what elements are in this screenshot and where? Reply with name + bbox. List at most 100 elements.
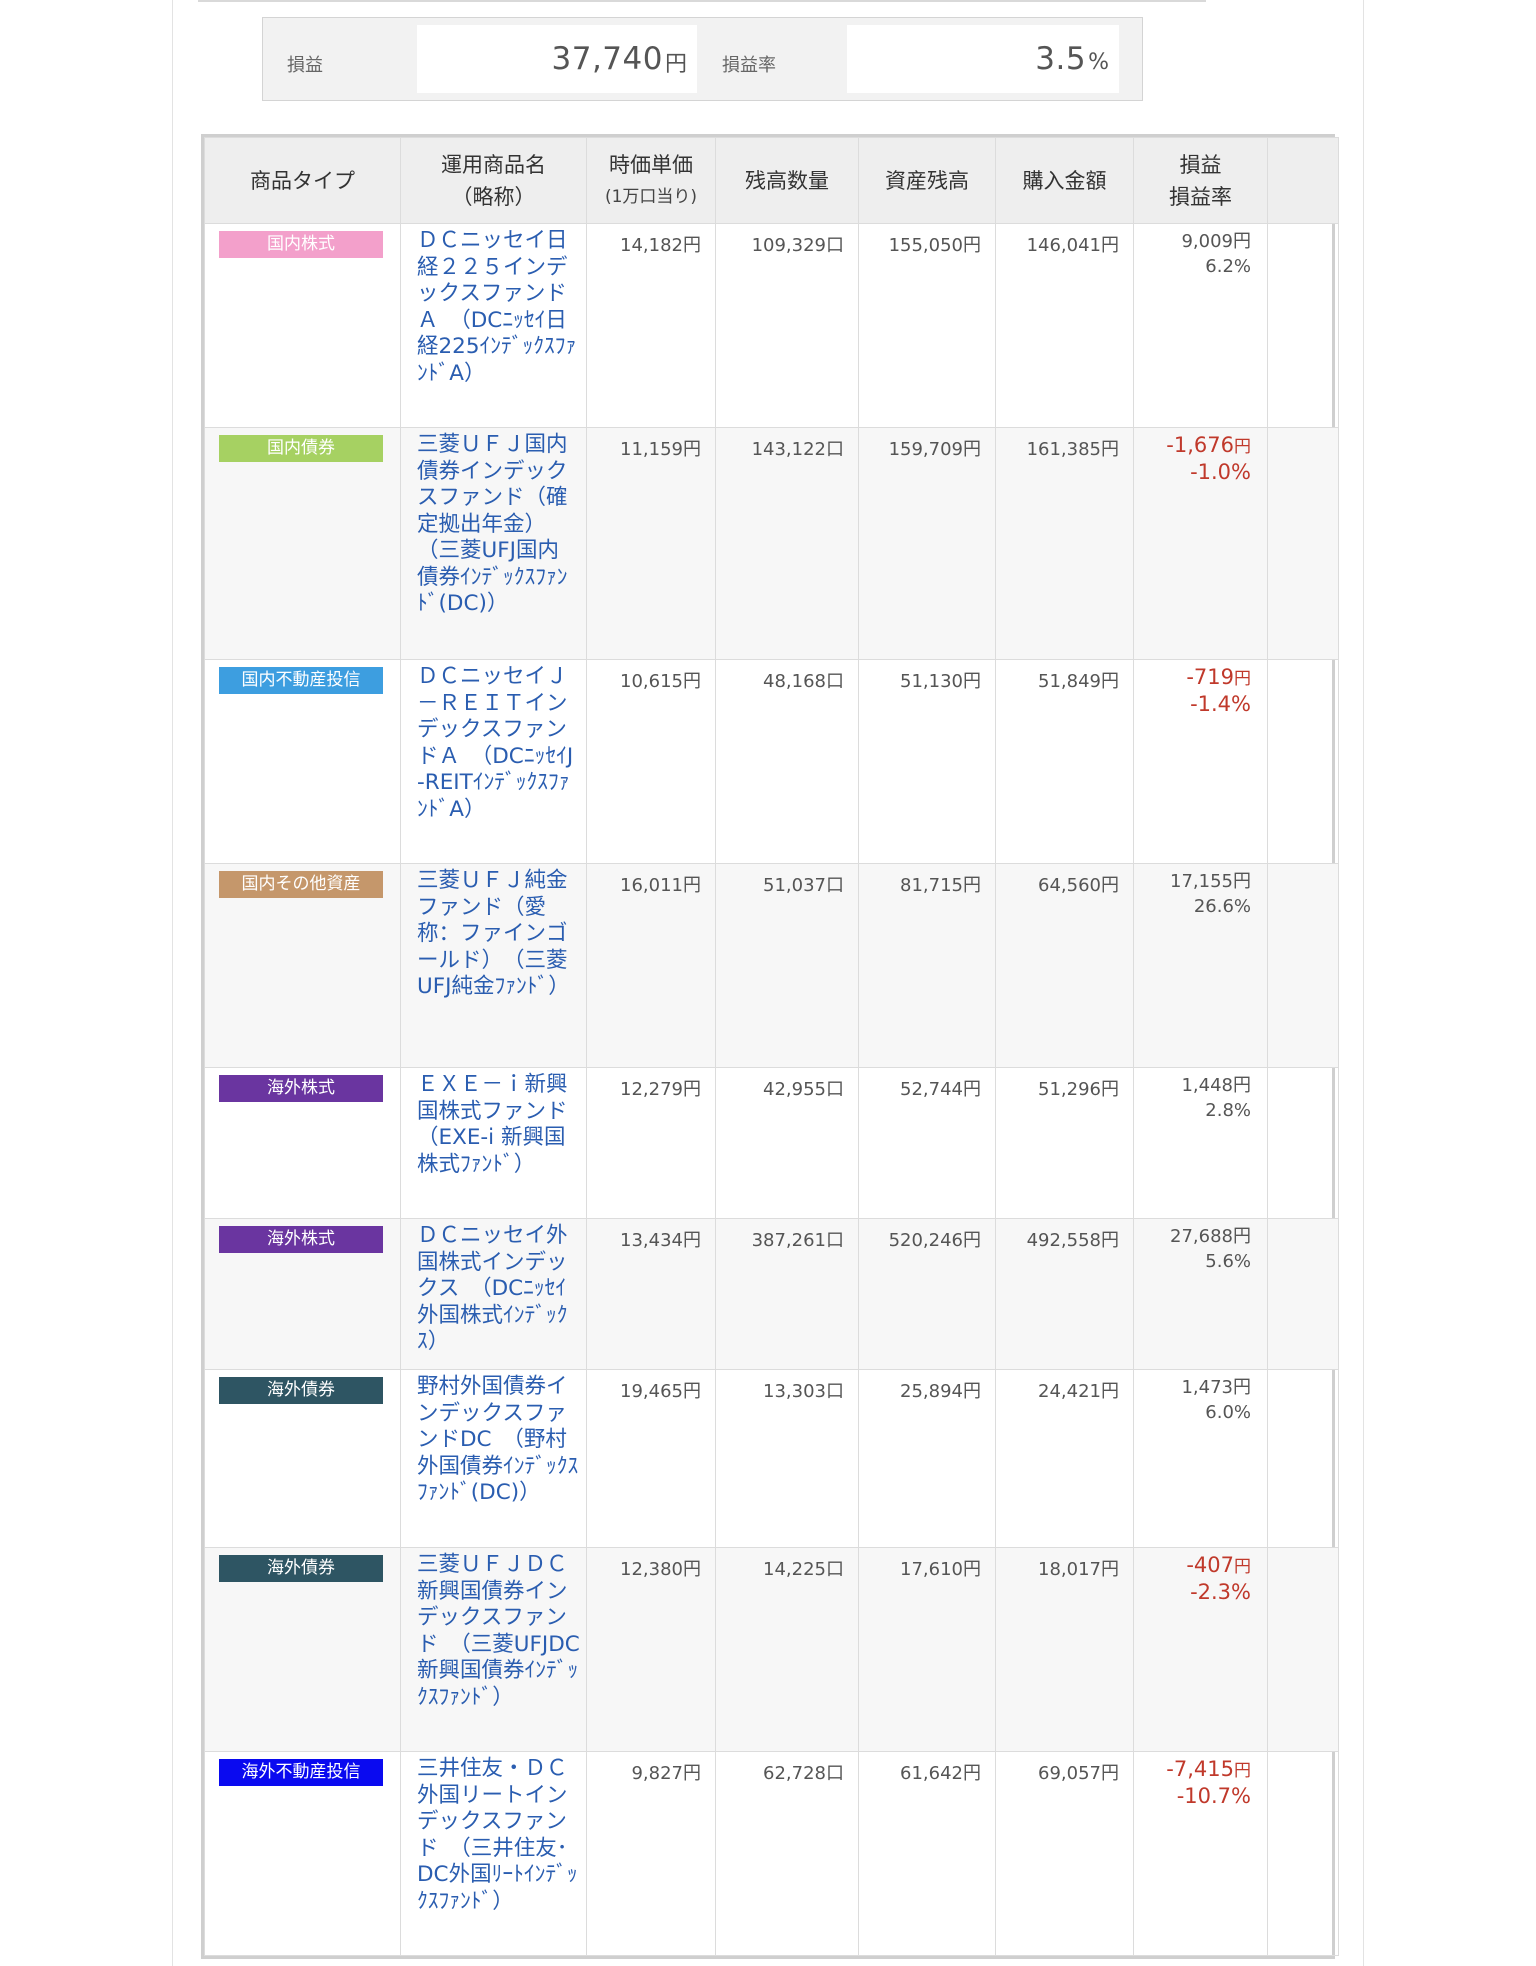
cell-quantity: 387,261口 <box>715 1218 859 1370</box>
header-purchase: 購入金額 <box>995 137 1134 224</box>
pl-amount: -7,415 <box>1166 1757 1234 1781</box>
cell-purchase: 18,017円 <box>995 1547 1134 1752</box>
cell-type: 海外不動産投信 <box>204 1751 401 1956</box>
pl-rate: 26.6% <box>1193 896 1251 917</box>
fund-name-link[interactable]: 三井住友・ＤＣ外国リートインデックスファンド （三井住友･DC外国ﾘｰﾄｲﾝﾃﾞ… <box>400 1751 587 1956</box>
asset-type-badge: 国内不動産投信 <box>219 667 383 694</box>
asset-type-badge: 海外株式 <box>219 1226 383 1253</box>
pl-unit: 円 <box>1234 1557 1251 1577</box>
pl-rate: -1.0% <box>1190 460 1251 484</box>
cell-balance: 25,894円 <box>858 1369 996 1548</box>
cell-quantity: 48,168口 <box>715 659 859 864</box>
pl-unit: 円 <box>1234 669 1251 689</box>
fund-name-link[interactable]: ＤＣニッセイ日経２２５インデックスファンドＡ （DCﾆｯｾｲ日経225ｲﾝﾃﾞｯ… <box>400 223 587 428</box>
cell-blank <box>1267 1218 1339 1370</box>
pl-unit: 円 <box>1233 231 1251 252</box>
cell-profit-loss: 1,448円 2.8% <box>1133 1067 1268 1219</box>
header-pl-line1: 損益 <box>1179 152 1222 177</box>
table-row: 国内債券 三菱ＵＦＪ国内債券インデックスファンド（確定拠出年金） （三菱UFJ国内… <box>204 427 1339 660</box>
table-row: 海外債券 野村外国債券インデックスファンドDC （野村外国債券ｲﾝﾃﾞｯｸｽﾌｧﾝ… <box>204 1369 1339 1548</box>
pl-rate: 6.0% <box>1205 1402 1251 1423</box>
cell-blank <box>1267 1369 1339 1548</box>
cell-balance: 81,715円 <box>858 863 996 1068</box>
fund-name-link[interactable]: 三菱ＵＦＪ国内債券インデックスファンド（確定拠出年金） （三菱UFJ国内債券ｲﾝ… <box>400 427 587 660</box>
table-row: 国内その他資産 三菱ＵＦＪ純金ファンド（愛称：ファインゴールド） （三菱UFJ純金… <box>204 863 1339 1068</box>
asset-type-badge: 国内株式 <box>219 231 383 258</box>
cell-type: 国内不動産投信 <box>204 659 401 864</box>
cell-purchase: 69,057円 <box>995 1751 1134 1956</box>
header-name-line2: （略称） <box>451 184 536 209</box>
cell-profit-loss: 1,473円 6.0% <box>1133 1369 1268 1548</box>
pl-rate: -10.7% <box>1176 1784 1251 1808</box>
cell-purchase: 51,296円 <box>995 1067 1134 1219</box>
pl-rate: 2.8% <box>1205 1100 1251 1121</box>
pl-amount: 1,448 <box>1181 1075 1233 1096</box>
header-price-line2: (1万口当り) <box>604 186 698 207</box>
pl-amount: 1,473 <box>1181 1377 1233 1398</box>
asset-type-badge: 海外株式 <box>219 1075 383 1102</box>
pl-amount: -407 <box>1186 1553 1234 1577</box>
cell-quantity: 42,955口 <box>715 1067 859 1219</box>
profit-summary-panel: 損益 37,740 円 損益率 3.5 % <box>262 17 1143 101</box>
rate-label: 損益率 <box>722 55 776 76</box>
fund-name-link[interactable]: 三菱ＵＦＪ純金ファンド（愛称：ファインゴールド） （三菱UFJ純金ﾌｧﾝﾄﾞ） <box>400 863 587 1068</box>
pl-unit: 円 <box>1233 1226 1251 1247</box>
table-row: 海外債券 三菱ＵＦＪＤＣ新興国債券インデックスファンド （三菱UFJDC新興国債券… <box>204 1547 1339 1752</box>
cell-type: 国内その他資産 <box>204 863 401 1068</box>
fund-name-link[interactable]: ＤＣニッセイ外国株式インデックス （DCﾆｯｾｲ外国株式ｲﾝﾃﾞｯｸｽ） <box>400 1218 587 1370</box>
cell-type: 海外債券 <box>204 1369 401 1548</box>
rate-value: 3.5 <box>1035 41 1087 77</box>
cell-quantity: 13,303口 <box>715 1369 859 1548</box>
cell-balance: 61,642円 <box>858 1751 996 1956</box>
fund-name-link[interactable]: 野村外国債券インデックスファンドDC （野村外国債券ｲﾝﾃﾞｯｸｽﾌｧﾝﾄﾞ(D… <box>400 1369 587 1548</box>
pl-amount: -719 <box>1186 665 1234 689</box>
pl-amount: 27,688 <box>1170 1226 1233 1247</box>
table-row: 国内株式 ＤＣニッセイ日経２２５インデックスファンドＡ （DCﾆｯｾｲ日経225ｲ… <box>204 223 1339 428</box>
cell-blank <box>1267 427 1339 660</box>
asset-type-badge: 海外不動産投信 <box>219 1759 383 1786</box>
profit-value: 37,740 <box>551 41 663 77</box>
cell-blank <box>1267 863 1339 1068</box>
cell-type: 海外株式 <box>204 1218 401 1370</box>
pl-unit: 円 <box>1233 1377 1251 1398</box>
profit-unit: 円 <box>664 52 687 77</box>
pl-amount: 9,009 <box>1181 231 1233 252</box>
cell-profit-loss: -7,415円 -10.7% <box>1133 1751 1268 1956</box>
fund-name-link[interactable]: ＤＣニッセイＪ－ＲＥＩＴインデックスファンドＡ （DCﾆｯｾｲJ-REITｲﾝﾃ… <box>400 659 587 864</box>
cell-price: 13,434円 <box>586 1218 716 1370</box>
cell-type: 海外債券 <box>204 1547 401 1752</box>
header-type: 商品タイプ <box>204 137 401 224</box>
cell-price: 19,465円 <box>586 1369 716 1548</box>
cell-quantity: 62,728口 <box>715 1751 859 1956</box>
cell-type: 国内債券 <box>204 427 401 660</box>
cell-price: 9,827円 <box>586 1751 716 1956</box>
profit-value-box: 37,740 円 <box>417 25 697 93</box>
table-row: 海外株式 ＤＣニッセイ外国株式インデックス （DCﾆｯｾｲ外国株式ｲﾝﾃﾞｯｸｽ）… <box>204 1218 1339 1370</box>
rate-value-box: 3.5 % <box>847 25 1119 93</box>
header-quantity: 残高数量 <box>715 137 859 224</box>
pl-unit: 円 <box>1233 871 1251 892</box>
cell-price: 14,182円 <box>586 223 716 428</box>
table-row: 国内不動産投信 ＤＣニッセイＪ－ＲＥＩＴインデックスファンドＡ （DCﾆｯｾｲJ-… <box>204 659 1339 864</box>
holdings-table: 商品タイプ 運用商品名 （略称） 時価単価 (1万口当り) 残高数量 資産残高 … <box>201 134 1339 1959</box>
cell-blank <box>1267 1067 1339 1219</box>
cell-quantity: 143,122口 <box>715 427 859 660</box>
cell-profit-loss: -407円 -2.3% <box>1133 1547 1268 1752</box>
pl-rate: 6.2% <box>1205 256 1251 277</box>
table-row: 海外不動産投信 三井住友・ＤＣ外国リートインデックスファンド （三井住友･DC外国… <box>204 1751 1339 1956</box>
pl-amount: -1,676 <box>1166 433 1234 457</box>
cell-balance: 51,130円 <box>858 659 996 864</box>
fund-name-link[interactable]: ＥＸＥ－ｉ新興国株式ファンド （EXE-i 新興国株式ﾌｧﾝﾄﾞ） <box>400 1067 589 1219</box>
cell-purchase: 146,041円 <box>995 223 1134 428</box>
cell-balance: 159,709円 <box>858 427 996 660</box>
pl-unit: 円 <box>1234 1761 1251 1781</box>
asset-type-badge: 海外債券 <box>219 1555 383 1582</box>
cell-purchase: 161,385円 <box>995 427 1134 660</box>
header-balance: 資産残高 <box>858 137 996 224</box>
fund-name-link[interactable]: 三菱ＵＦＪＤＣ新興国債券インデックスファンド （三菱UFJDC新興国債券ｲﾝﾃﾞ… <box>400 1547 587 1752</box>
header-blank <box>1267 137 1339 224</box>
header-price: 時価単価 (1万口当り) <box>586 137 716 224</box>
cell-price: 16,011円 <box>586 863 716 1068</box>
cell-balance: 52,744円 <box>858 1067 996 1219</box>
cell-balance: 155,050円 <box>858 223 996 428</box>
